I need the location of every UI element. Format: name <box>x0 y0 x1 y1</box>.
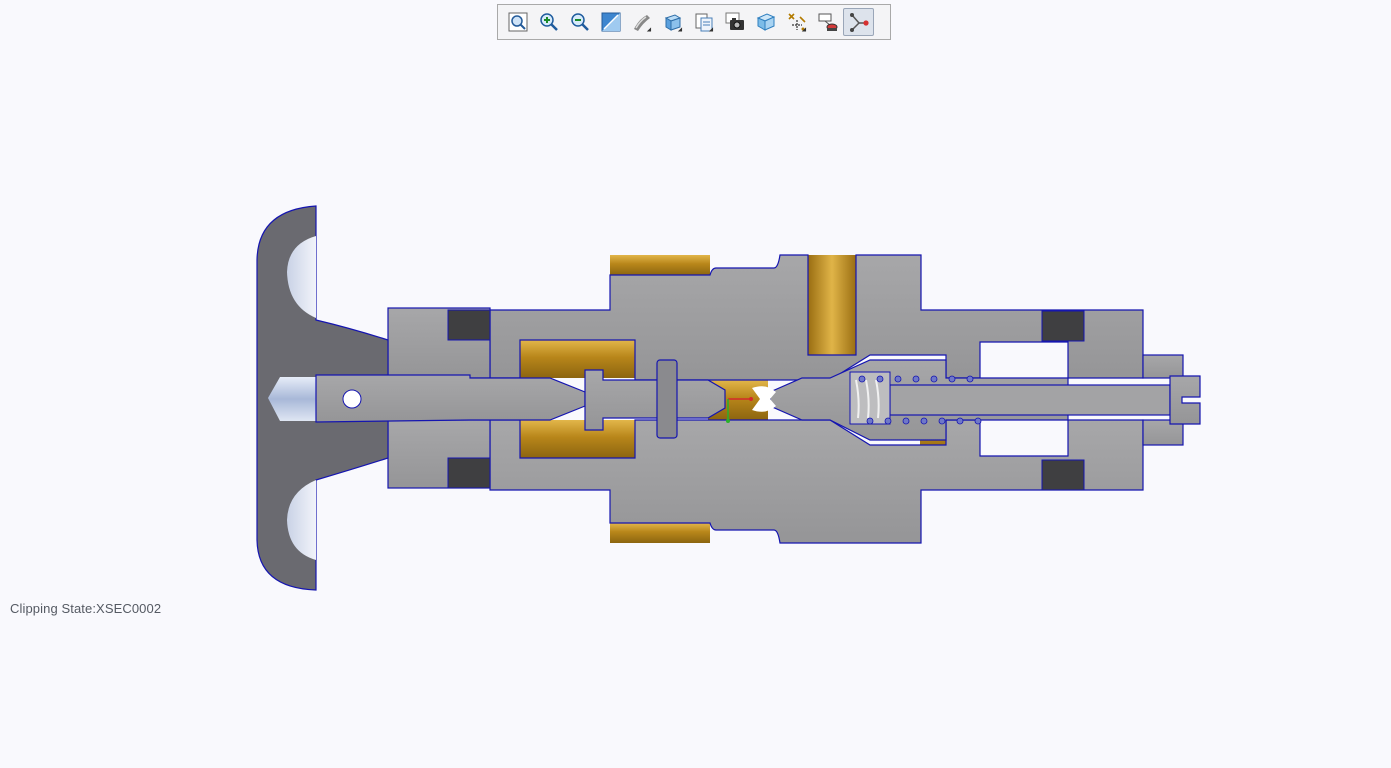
clipping-state-label: Clipping State:XSEC0002 <box>10 601 162 616</box>
zoom-fit-icon <box>508 12 527 32</box>
repaint-icon <box>601 12 620 32</box>
datum-display-button[interactable] <box>781 8 812 36</box>
camera-icon <box>725 12 744 30</box>
view-manager-button[interactable] <box>688 8 719 36</box>
annotation-display-icon <box>818 13 837 31</box>
repaint-button[interactable] <box>595 8 626 36</box>
spin-center-icon <box>849 13 869 32</box>
actuator-pin <box>268 374 586 423</box>
perspective-button[interactable] <box>750 8 781 36</box>
perspective-box-icon <box>756 13 775 31</box>
valve-cross-section-model[interactable] <box>0 44 1391 763</box>
zoom-out-icon <box>570 13 589 31</box>
graphics-toolbar <box>497 4 891 40</box>
display-style-button[interactable] <box>626 8 657 36</box>
annotation-display-button[interactable] <box>812 8 843 36</box>
screenshot-button[interactable] <box>719 8 750 36</box>
saved-orientations-button[interactable] <box>657 8 688 36</box>
zoom-in-button[interactable] <box>533 8 564 36</box>
refit-button[interactable] <box>502 8 533 36</box>
zoom-in-icon <box>539 13 558 31</box>
zoom-out-button[interactable] <box>564 8 595 36</box>
graphics-viewport[interactable]: Clipping State:XSEC0002 <box>0 44 1391 763</box>
spin-center-button[interactable] <box>843 8 874 36</box>
